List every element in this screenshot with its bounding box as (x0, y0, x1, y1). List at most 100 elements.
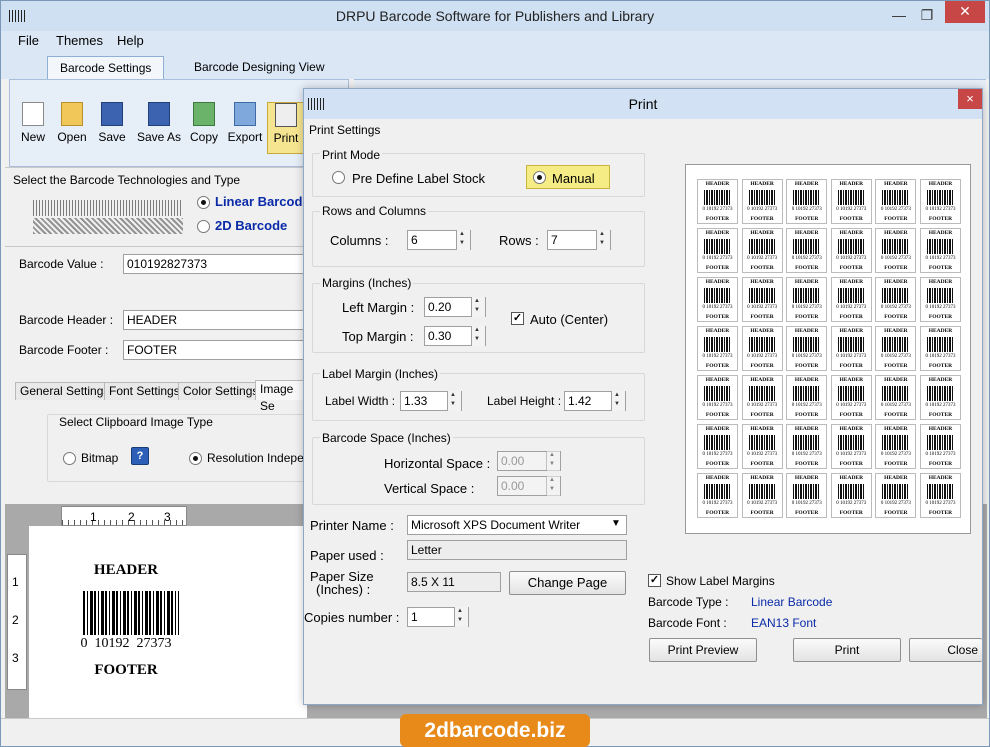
preview-label-header: HEADER (705, 426, 730, 432)
show-label-margins-checkbox[interactable]: ✓ (648, 574, 661, 587)
preview-label-header: HEADER (705, 377, 730, 383)
preview-label-cell: HEADER 0 10192 27373 FOOTER (697, 228, 738, 273)
preview-label-header: HEADER (750, 279, 774, 285)
predefine-stock-label[interactable]: Pre Define Label Stock (352, 171, 485, 186)
help-icon[interactable]: ? (131, 447, 149, 465)
minimize-icon[interactable]: — (885, 5, 913, 25)
preview-label-header: HEADER (839, 426, 864, 432)
ruler-h-2: 2 (128, 510, 135, 524)
rows-spinner[interactable] (596, 230, 610, 250)
bitmap-label[interactable]: Bitmap (81, 451, 118, 465)
manual-label[interactable]: Manual (552, 171, 595, 186)
copies-spinner[interactable] (454, 607, 468, 627)
preview-label-number: 0 10192 27373 (702, 501, 733, 506)
preview-label-header: HEADER (928, 377, 953, 383)
preview-label-footer: FOOTER (928, 510, 953, 516)
top-margin-spinner[interactable] (471, 326, 485, 346)
print-preview-button[interactable]: Print Preview (649, 638, 757, 662)
horizontal-space-spinner[interactable] (546, 451, 560, 471)
preview-label-footer: FOOTER (750, 461, 774, 467)
preview-label-cell: HEADER 0 10192 27373 FOOTER (920, 179, 961, 224)
preview-label-number: 0 10192 27373 (747, 452, 778, 457)
show-label-margins-label[interactable]: Show Label Margins (666, 574, 775, 588)
new-button[interactable]: New (14, 102, 52, 154)
preview-label-header: HEADER (839, 328, 864, 334)
dialog-close-icon[interactable]: × (958, 89, 982, 109)
barcode-footer-input[interactable]: FOOTER (123, 340, 305, 360)
preview-label-bars (793, 337, 821, 352)
resolution-independent-label[interactable]: Resolution Independ (207, 451, 317, 465)
tab-barcode-settings[interactable]: Barcode Settings (47, 56, 165, 79)
preview-label-footer: FOOTER (884, 363, 908, 369)
tab-font-settings[interactable]: Font Settings (104, 382, 185, 400)
print-dialog-print-button[interactable]: Print (793, 638, 901, 662)
chevron-down-icon[interactable]: ▼ (611, 518, 621, 529)
settings-subtabs: General Settings Font Settings Color Set… (15, 380, 305, 413)
columns-spinner[interactable] (456, 230, 470, 250)
tab-color-settings[interactable]: Color Settings (178, 382, 264, 400)
change-page-button[interactable]: Change Page (509, 571, 626, 595)
predefine-stock-radio[interactable] (332, 171, 345, 184)
preview-label-header: HEADER (884, 230, 908, 236)
resolution-independent-radio[interactable] (189, 452, 202, 465)
preview-label-cell: HEADER 0 10192 27373 FOOTER (741, 228, 783, 273)
manual-radio[interactable] (533, 171, 546, 184)
preview-label-header: HEADER (705, 279, 730, 285)
preview-label-bars (793, 386, 821, 401)
export-button[interactable]: Export (226, 102, 264, 154)
preview-label-header: HEADER (928, 181, 953, 187)
preview-label-bars (704, 435, 731, 450)
preview-label-header: HEADER (750, 230, 774, 236)
copy-button[interactable]: Copy (185, 102, 223, 154)
barcode-header-input[interactable]: HEADER (123, 310, 305, 330)
save-as-button[interactable]: Save As (136, 102, 182, 154)
tab-image-settings[interactable]: Image Se (255, 380, 305, 413)
preview-label-footer: FOOTER (839, 412, 863, 418)
tab-general-settings[interactable]: General Settings (15, 382, 115, 400)
2d-barcode-label[interactable]: 2D Barcode (215, 218, 287, 233)
label-height-spinner[interactable] (611, 391, 625, 411)
preview-label-bars (882, 386, 910, 401)
menu-help[interactable]: Help (117, 33, 144, 48)
label-margin-title: Label Margin (Inches) (320, 367, 441, 381)
preview-label-footer: FOOTER (750, 314, 774, 320)
preview-label-footer: FOOTER (795, 412, 819, 418)
preview-label-header: HEADER (884, 328, 908, 334)
bitmap-radio[interactable] (63, 452, 76, 465)
preview-label-number: 0 10192 27373 (925, 354, 956, 359)
vertical-space-label: Vertical Space : (384, 481, 475, 496)
preview-label-number: 0 10192 27373 (925, 305, 956, 310)
preview-label-cell: HEADER 0 10192 27373 FOOTER (920, 326, 961, 371)
linear-barcode-label[interactable]: Linear Barcode (215, 194, 310, 209)
preview-label-cell: HEADER 0 10192 27373 FOOTER (830, 473, 872, 518)
preview-label-cell: HEADER 0 10192 27373 FOOTER (786, 228, 828, 273)
close-button[interactable]: Close (909, 638, 982, 662)
print-button[interactable]: Print (267, 102, 305, 154)
preview-label-bars (882, 337, 910, 352)
close-icon[interactable]: ✕ (945, 1, 985, 23)
barcode-value-input[interactable]: 010192827373 (123, 254, 305, 274)
ruler-h-1: 1 (90, 510, 97, 524)
preview-label-bars (927, 484, 954, 499)
preview-label-header: HEADER (839, 181, 864, 187)
preview-label-cell: HEADER 0 10192 27373 FOOTER (920, 228, 961, 273)
tab-barcode-designing-view[interactable]: Barcode Designing View (182, 56, 337, 79)
menu-file[interactable]: File (18, 33, 39, 48)
open-button[interactable]: Open (53, 102, 91, 154)
auto-center-checkbox[interactable]: ✓ (511, 312, 524, 325)
preview-label-header: HEADER (705, 475, 730, 481)
save-button[interactable]: Save (93, 102, 131, 154)
preview-label-footer: FOOTER (750, 363, 774, 369)
preview-label-cell: HEADER 0 10192 27373 FOOTER (875, 277, 917, 322)
2d-barcode-radio[interactable] (197, 220, 210, 233)
linear-barcode-radio[interactable] (197, 196, 210, 209)
label-width-spinner[interactable] (447, 391, 461, 411)
ruler-v-3: 3 (12, 651, 19, 665)
auto-center-label[interactable]: Auto (Center) (530, 312, 608, 327)
menu-themes[interactable]: Themes (56, 33, 103, 48)
left-margin-spinner[interactable] (471, 297, 485, 317)
maximize-icon[interactable]: ❐ (913, 5, 941, 25)
paper-size-field: 8.5 X 11 (407, 572, 501, 592)
printer-name-select[interactable]: Microsoft XPS Document Writer (407, 515, 627, 535)
vertical-space-spinner[interactable] (546, 476, 560, 496)
